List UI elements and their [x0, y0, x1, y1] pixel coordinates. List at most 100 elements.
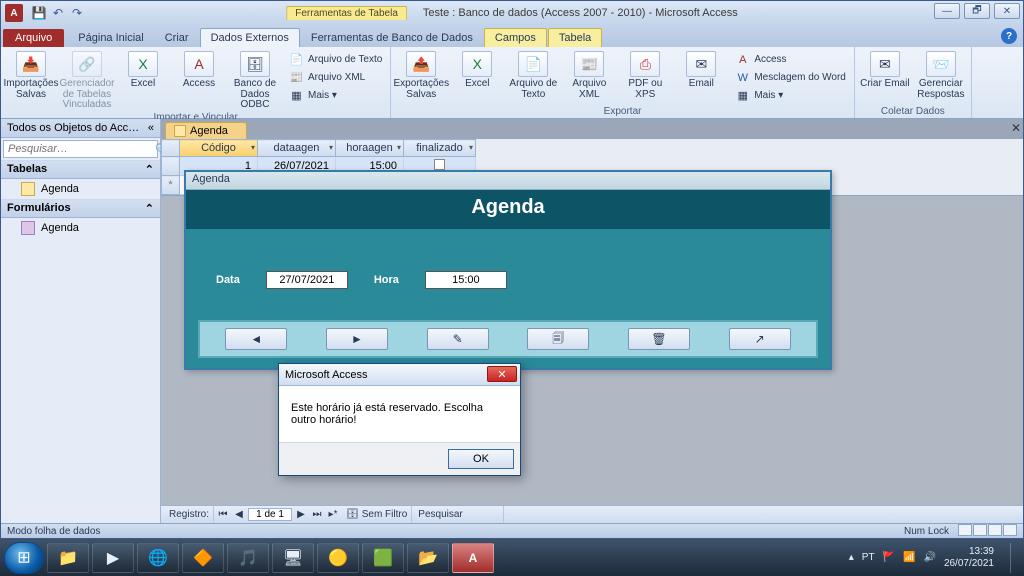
export-more-button[interactable]: ▦Mais ▾ [731, 87, 850, 104]
taskbar-app4-icon[interactable]: 🟩 [362, 543, 404, 573]
form-next-button[interactable]: ► [326, 328, 388, 350]
tray-flag-icon[interactable]: 🚩 [883, 552, 895, 563]
saved-exports-button[interactable]: 📤Exportações Salvas [395, 49, 447, 100]
show-desktop-button[interactable] [1010, 543, 1020, 573]
view-switcher[interactable] [957, 524, 1017, 539]
msgbox-close-button[interactable]: ✕ [487, 366, 517, 382]
contextual-tab-group-label: Ferramentas de Tabela [286, 6, 407, 20]
export-text-button[interactable]: 📄Arquivo de Texto [507, 49, 559, 100]
dropdown-icon[interactable]: ▾ [397, 143, 401, 152]
tab-create[interactable]: Criar [155, 29, 199, 47]
tab-database-tools[interactable]: Ferramentas de Banco de Dados [301, 29, 483, 47]
form-save-button[interactable]: 🗐 [527, 328, 589, 350]
window-minimize-button[interactable]: — [934, 3, 960, 19]
tab-table[interactable]: Tabela [548, 28, 602, 47]
tab-fields[interactable]: Campos [484, 28, 547, 47]
tray-clock[interactable]: 13:39 26/07/2021 [944, 546, 998, 569]
export-access-button[interactable]: AAccess [731, 51, 850, 68]
nav-section-tables[interactable]: Tabelas⌃ [1, 160, 160, 179]
dropdown-icon[interactable]: ▾ [469, 143, 473, 152]
nav-search-input[interactable] [4, 141, 155, 157]
form-edit-button[interactable]: ✎ [427, 328, 489, 350]
form-label-data: Data [216, 274, 240, 286]
tab-external-data[interactable]: Dados Externos [200, 28, 300, 47]
form-close-button[interactable]: ↗ [729, 328, 791, 350]
tab-file[interactable]: Arquivo [3, 29, 64, 47]
collapse-icon: ⌃ [145, 163, 154, 176]
document-close-icon[interactable]: ✕ [1011, 121, 1021, 135]
recnav-search-label[interactable]: Pesquisar [418, 509, 462, 520]
tray-expand-icon[interactable]: ▴ [849, 552, 854, 563]
qat-redo-icon[interactable]: ↷ [69, 5, 85, 21]
import-xml-button[interactable]: 📰Arquivo XML [285, 69, 386, 86]
export-excel-button[interactable]: XExcel [451, 49, 503, 90]
taskbar-explorer-icon[interactable]: 📁 [47, 543, 89, 573]
tray-sound-icon[interactable]: 🔊 [923, 552, 935, 563]
col-header-dataagen[interactable]: dataagen▾ [258, 140, 336, 157]
export-wordmerge-button[interactable]: WMesclagem do Word [731, 69, 850, 86]
saved-imports-button[interactable]: 📥Importações Salvas [5, 49, 57, 100]
taskbar-app5-icon[interactable]: 📂 [407, 543, 449, 573]
export-email-button[interactable]: ✉Email [675, 49, 727, 90]
ribbon: 📥Importações Salvas 🔗Gerenciador de Tabe… [1, 47, 1023, 119]
msgbox-ok-button[interactable]: OK [448, 449, 514, 469]
form-window-titlebar[interactable]: Agenda [186, 172, 830, 190]
export-xml-button[interactable]: 📰Arquivo XML [563, 49, 615, 100]
taskbar-app1-icon[interactable]: 🔶 [182, 543, 224, 573]
form-button-bar: ◄ ► ✎ 🗐 🗑 ↗ [198, 320, 818, 358]
recnav-prev-button[interactable]: ◀ [232, 509, 246, 520]
import-excel-button[interactable]: XExcel [117, 49, 169, 90]
table-icon [21, 182, 35, 196]
start-button[interactable] [4, 542, 44, 574]
import-text-button[interactable]: 📄Arquivo de Texto [285, 51, 386, 68]
tray-network-icon[interactable]: 📶 [903, 552, 915, 563]
dropdown-icon[interactable]: ▾ [329, 143, 333, 152]
access-app-icon: A [5, 4, 23, 22]
import-more-button[interactable]: ▦Mais ▾ [285, 87, 386, 104]
nav-item-form-agenda[interactable]: Agenda [1, 218, 160, 238]
msgbox-titlebar[interactable]: Microsoft Access ✕ [279, 364, 520, 386]
taskbar-wmp-icon[interactable]: ▶ [92, 543, 134, 573]
taskbar: 📁 ▶ 🌐 🔶 🎵 🖥 🟡 🟩 📂 A ▴ PT 🚩 📶 🔊 13:39 26/… [0, 539, 1024, 576]
tray-lang[interactable]: PT [862, 552, 875, 563]
import-access-button[interactable]: AAccess [173, 49, 225, 90]
filter-icon[interactable]: 🗄 [346, 509, 359, 520]
taskbar-access-icon[interactable]: A [452, 543, 494, 573]
qat-undo-icon[interactable]: ↶ [50, 5, 66, 21]
recnav-position-input[interactable] [248, 508, 292, 521]
document-tab-agenda[interactable]: Agenda [165, 122, 247, 139]
select-all-cell[interactable] [162, 140, 180, 157]
window-close-button[interactable]: ✕ [994, 3, 1020, 19]
col-header-finalizado[interactable]: finalizado▾ [404, 140, 476, 157]
recnav-first-button[interactable]: ⏮ [216, 509, 230, 520]
nav-collapse-icon[interactable]: « [148, 122, 154, 134]
recnav-last-button[interactable]: ⏭ [310, 509, 324, 520]
dropdown-icon[interactable]: ▾ [251, 143, 255, 152]
manage-replies-button[interactable]: 📨Gerenciar Respostas [915, 49, 967, 100]
qat-save-icon[interactable]: 💾 [31, 5, 47, 21]
form-delete-button[interactable]: 🗑 [628, 328, 690, 350]
import-odbc-button[interactable]: 🗄Banco de Dados ODBC [229, 49, 281, 111]
nav-header[interactable]: Todos os Objetos do Acc… « [1, 119, 160, 138]
tab-home[interactable]: Página Inicial [68, 29, 153, 47]
window-restore-button[interactable]: 🗗 [964, 3, 990, 19]
nav-item-table-agenda[interactable]: Agenda [1, 179, 160, 199]
recnav-label: Registro: [169, 509, 209, 520]
nav-section-forms[interactable]: Formulários⌃ [1, 199, 160, 218]
taskbar-app3-icon[interactable]: 🖥 [272, 543, 314, 573]
taskbar-chrome-icon[interactable]: 🟡 [317, 543, 359, 573]
recnav-new-button[interactable]: ▸* [326, 509, 340, 520]
recnav-next-button[interactable]: ▶ [294, 509, 308, 520]
form-prev-button[interactable]: ◄ [225, 328, 287, 350]
create-email-button[interactable]: ✉Criar Email [859, 49, 911, 90]
form-input-hora[interactable] [425, 271, 507, 289]
export-pdf-button[interactable]: ⎙PDF ou XPS [619, 49, 671, 100]
checkbox-icon[interactable] [434, 159, 445, 170]
taskbar-edge-icon[interactable]: 🌐 [137, 543, 179, 573]
form-input-data[interactable] [266, 271, 348, 289]
col-header-codigo[interactable]: Código▾ [180, 140, 258, 157]
col-header-horaagen[interactable]: horaagen▾ [336, 140, 404, 157]
taskbar-app2-icon[interactable]: 🎵 [227, 543, 269, 573]
ribbon-group-collect-label: Coletar Dados [859, 105, 967, 118]
help-icon[interactable]: ? [1001, 28, 1017, 44]
